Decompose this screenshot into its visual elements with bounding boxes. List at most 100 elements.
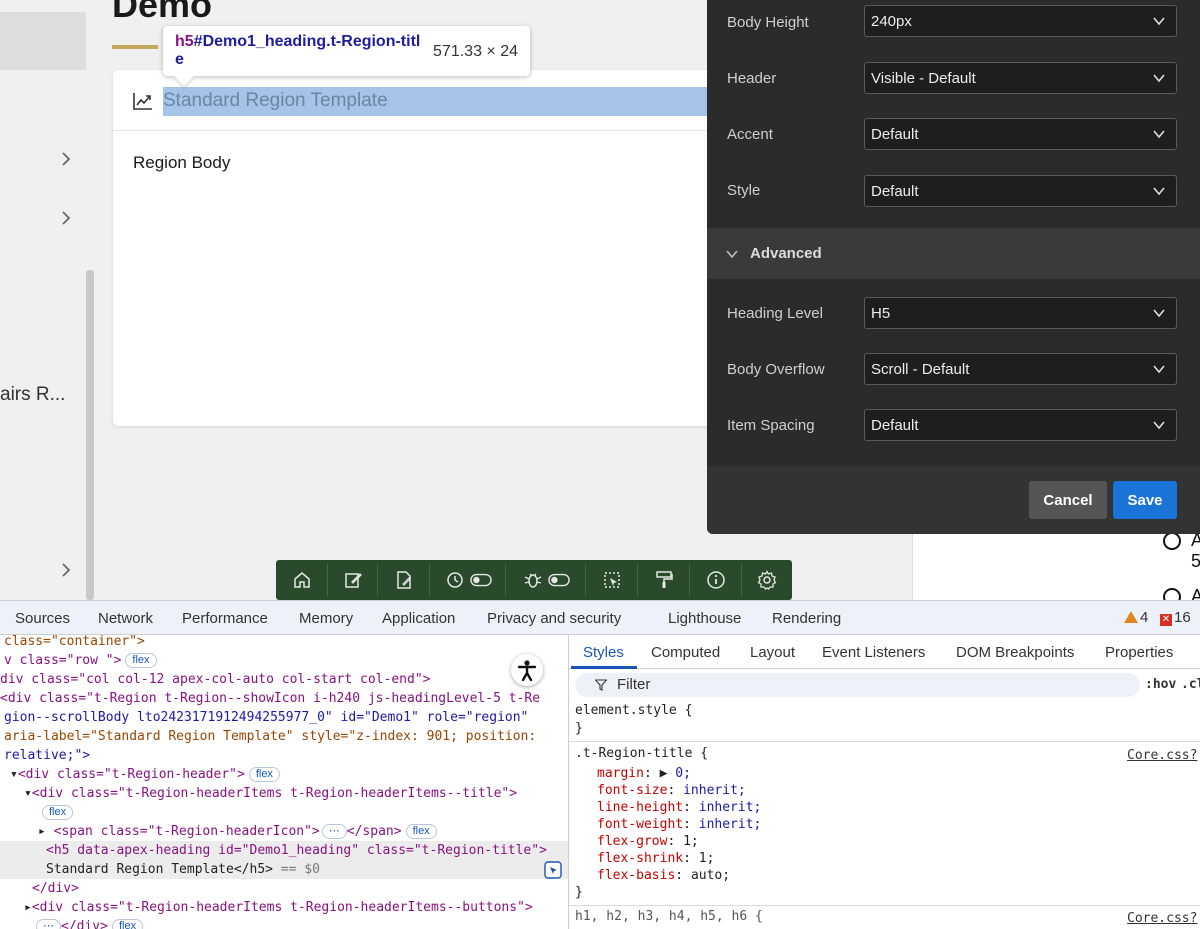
warning-icon	[1124, 611, 1138, 623]
partial-text: 5	[1191, 551, 1200, 571]
tab-event-listeners[interactable]: Event Listeners	[822, 644, 925, 661]
body-height-select[interactable]: 240px	[864, 5, 1177, 37]
tab-network[interactable]: Network	[98, 610, 153, 627]
dom-node[interactable]: </div>	[32, 880, 79, 899]
edit-page-button[interactable]	[378, 564, 430, 596]
accessibility-button[interactable]	[511, 654, 543, 686]
theme-roller-button[interactable]	[638, 564, 690, 596]
body-overflow-select[interactable]: Scroll - Default	[864, 353, 1177, 385]
tab-lighthouse[interactable]: Lighthouse	[668, 610, 741, 627]
hover-state-toggle[interactable]: :hov	[1145, 677, 1176, 692]
home-icon	[293, 572, 310, 588]
nav-item-label[interactable]: airs R...	[0, 384, 65, 406]
dom-node-selected[interactable]: <h5 data-apex-heading id="Demo1_heading"…	[46, 842, 547, 861]
radio-button[interactable]	[1163, 532, 1181, 550]
tab-application[interactable]: Application	[382, 610, 455, 627]
css-declaration[interactable]: flex-basis: auto;	[597, 868, 730, 883]
cancel-button[interactable]: Cancel	[1029, 481, 1107, 519]
select-value: Default	[871, 183, 919, 200]
dom-node[interactable]: class="container">	[4, 635, 145, 652]
select-value: Scroll - Default	[871, 361, 970, 378]
tab-dom-breakpoints[interactable]: DOM Breakpoints	[956, 644, 1074, 661]
home-button[interactable]	[276, 564, 328, 596]
chevron-right-icon[interactable]	[58, 210, 74, 226]
session-button[interactable]	[430, 564, 506, 596]
tab-performance[interactable]: Performance	[182, 610, 268, 627]
flex-badge[interactable]: flex	[111, 919, 144, 929]
tooltip-selector: h5#Demo1_heading.t-Region-title	[175, 33, 425, 69]
ellipsis-badge[interactable]: ⋯	[321, 824, 347, 839]
radio-button[interactable]	[1163, 588, 1181, 600]
tab-memory[interactable]: Memory	[299, 610, 353, 627]
css-value: inherit;	[698, 817, 762, 832]
dom-node[interactable]: ⋯ </div> flex	[36, 918, 144, 929]
style-select[interactable]: Default	[864, 175, 1177, 207]
quick-edit-button[interactable]	[586, 564, 638, 596]
css-declaration[interactable]: font-weight: inherit;	[597, 817, 761, 832]
dom-node[interactable]: div class="col col-12 apex-col-auto col-…	[0, 671, 430, 690]
css-property: flex-basis	[597, 868, 676, 883]
theme-roller-icon	[655, 571, 673, 588]
info-button[interactable]	[690, 564, 742, 596]
css-declaration[interactable]: font-size: inherit;	[597, 783, 746, 798]
devtools-tab-bar: Sources Network Performance Memory Appli…	[0, 601, 1200, 635]
rule-selector[interactable]: h1, h2, h3, h4, h5, h6 {	[575, 909, 763, 924]
dom-node-continuation: aria-label="Standard Region Template" st…	[4, 728, 536, 747]
rule-close-brace: }	[575, 885, 583, 900]
styles-filter-input[interactable]: Filter	[575, 673, 1140, 697]
edit-application-button[interactable]	[328, 564, 378, 596]
dom-text: <div class="t-Region t-Region--showIcon …	[0, 691, 541, 706]
nav-scrollbar[interactable]	[86, 270, 94, 600]
tab-styles[interactable]: Styles	[583, 644, 624, 661]
nav-selected-item[interactable]	[0, 12, 86, 70]
class-toggle[interactable]: .cls	[1181, 677, 1200, 692]
source-link[interactable]: Core.css?	[1127, 911, 1197, 926]
rule-close-brace: }	[575, 721, 583, 736]
chevron-right-icon[interactable]	[58, 562, 74, 578]
tab-layout[interactable]: Layout	[750, 644, 795, 661]
css-declaration[interactable]: flex-grow: 1;	[597, 834, 699, 849]
tab-rendering[interactable]: Rendering	[772, 610, 841, 627]
element-style-rule[interactable]: element.style {	[575, 703, 692, 718]
flex-badge[interactable]: flex	[42, 805, 74, 820]
dom-node-selected[interactable]: Standard Region Template</h5> == $0	[46, 861, 320, 880]
dom-node[interactable]: ▾<div class="t-Region-headerItems t-Regi…	[24, 785, 517, 804]
flex-badge[interactable]: flex	[125, 653, 157, 668]
settings-button[interactable]	[742, 564, 792, 596]
ellipsis-badge[interactable]: ⋯	[36, 919, 61, 929]
css-declaration[interactable]: margin: ▶ 0;	[597, 766, 691, 781]
dom-node[interactable]: <div class="t-Region t-Region--showIcon …	[0, 690, 540, 709]
dom-text: div class="col col-12 apex-col-auto col-…	[0, 672, 431, 687]
warnings-counter[interactable]: 4	[1124, 609, 1148, 626]
header-select[interactable]: Visible - Default	[864, 62, 1177, 94]
tab-privacy-security[interactable]: Privacy and security	[487, 610, 621, 627]
errors-counter[interactable]: ✕ 16	[1160, 609, 1191, 626]
tab-sources[interactable]: Sources	[15, 610, 70, 627]
save-button[interactable]: Save	[1113, 481, 1177, 519]
advanced-section-toggle[interactable]: Advanced	[707, 228, 1200, 279]
flex-badge[interactable]: flex	[405, 824, 437, 839]
styles-tab-bar: Styles Computed Layout Event Listeners D…	[569, 635, 1200, 669]
element-picker-icon[interactable]	[544, 861, 562, 879]
chevron-right-icon[interactable]	[58, 151, 74, 167]
css-declaration[interactable]: flex-shrink: 1;	[597, 851, 714, 866]
css-declaration[interactable]: line-height: inherit;	[597, 800, 761, 815]
debug-button[interactable]	[506, 564, 586, 596]
dom-node[interactable]: ▸ <span class="t-Region-headerIcon"> ⋯ </s…	[38, 823, 437, 842]
dom-node[interactable]: v class="row "> flex	[4, 652, 157, 671]
accent-select[interactable]: Default	[864, 118, 1177, 150]
errors-count: 16	[1174, 609, 1191, 626]
flex-badge[interactable]: flex	[248, 767, 280, 782]
item-spacing-select[interactable]: Default	[864, 409, 1177, 441]
tab-properties[interactable]: Properties	[1105, 644, 1173, 661]
dom-text: </span>	[346, 824, 402, 839]
source-link[interactable]: Core.css?	[1127, 748, 1197, 763]
expand-arrow[interactable]: ▶	[660, 766, 676, 781]
dom-node[interactable]: ▸<div class="t-Region-headerItems t-Regi…	[24, 899, 533, 918]
dom-node[interactable]: ▾<div class="t-Region-header"> flex	[10, 766, 280, 785]
tab-computed[interactable]: Computed	[651, 644, 720, 661]
css-property: flex-shrink	[597, 851, 684, 866]
rule-selector[interactable]: .t-Region-title {	[575, 746, 708, 761]
heading-level-select[interactable]: H5	[864, 297, 1177, 329]
chevron-down-icon	[1153, 17, 1165, 26]
